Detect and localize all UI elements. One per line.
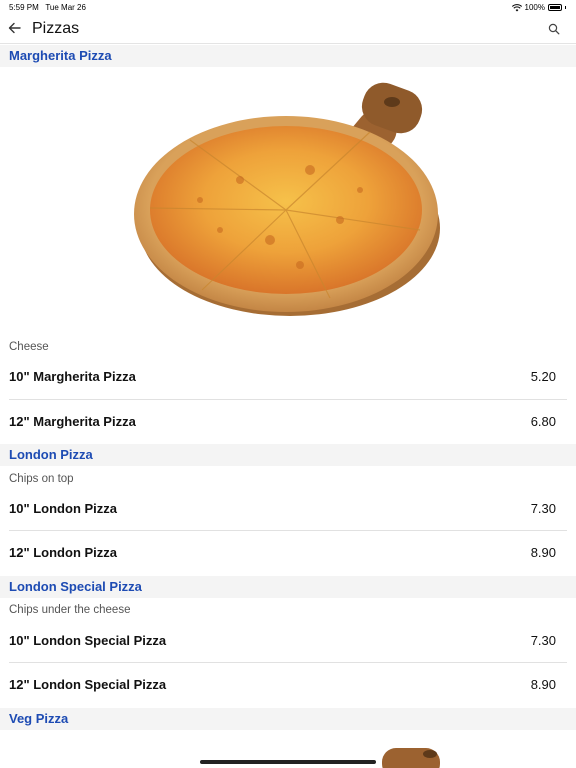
section-description: Chips on top [9, 473, 74, 485]
item-name: 10" London Pizza [9, 501, 118, 516]
status-bar: 5:59 PM Tue Mar 26 100% [0, 0, 576, 14]
home-indicator[interactable] [200, 760, 376, 764]
battery-icon [548, 4, 562, 11]
back-button[interactable] [8, 18, 24, 38]
item-name: 10" Margherita Pizza [9, 369, 136, 384]
status-time-date: 5:59 PM Tue Mar 26 [9, 3, 86, 12]
section-title: Veg Pizza [9, 711, 69, 726]
menu-item-row[interactable]: 12" Margherita Pizza 6.80 [0, 400, 576, 444]
item-price: 7.30 [530, 501, 556, 516]
menu-item-row[interactable]: 10" London Pizza 7.30 [0, 487, 576, 531]
menu-item-row[interactable]: 10" Margherita Pizza 5.20 [0, 355, 576, 399]
status-indicators: 100% [511, 3, 566, 12]
search-icon [548, 23, 560, 35]
item-price: 8.90 [530, 545, 556, 560]
wifi-icon [511, 3, 522, 11]
battery-percent: 100% [524, 3, 545, 12]
menu-item-row[interactable]: 12" London Pizza 8.90 [0, 531, 576, 575]
item-price: 5.20 [530, 369, 556, 384]
status-time: 5:59 PM [9, 3, 39, 12]
item-price: 6.80 [530, 414, 556, 429]
search-button[interactable] [548, 22, 562, 36]
section-description: Chips under the cheese [9, 604, 131, 616]
item-name: 12" London Special Pizza [9, 677, 167, 692]
page-title: Pizzas [32, 20, 80, 37]
section-title: London Pizza [9, 447, 93, 462]
section-header-veg: Veg Pizza [0, 708, 576, 730]
item-name: 12" Margherita Pizza [9, 414, 136, 429]
section-header-margherita: Margherita Pizza [0, 45, 576, 67]
section-description: Cheese [9, 341, 49, 353]
status-date: Tue Mar 26 [45, 3, 86, 12]
section-header-london-special: London Special Pizza [0, 576, 576, 598]
item-name: 12" London Pizza [9, 545, 118, 560]
nav-bar: Pizzas [0, 14, 576, 44]
section-title: London Special Pizza [9, 579, 142, 594]
item-price: 7.30 [530, 633, 556, 648]
item-name: 10" London Special Pizza [9, 633, 167, 648]
section-header-london: London Pizza [0, 444, 576, 466]
arrow-left-icon [8, 22, 21, 34]
pizza-image [134, 82, 440, 316]
battery-tip [565, 6, 566, 9]
item-price: 8.90 [530, 677, 556, 692]
menu-item-row[interactable]: 10" London Special Pizza 7.30 [0, 619, 576, 663]
menu-item-row[interactable]: 12" London Special Pizza 8.90 [0, 663, 576, 707]
section-title: Margherita Pizza [9, 48, 112, 63]
pizza-image [382, 748, 440, 768]
